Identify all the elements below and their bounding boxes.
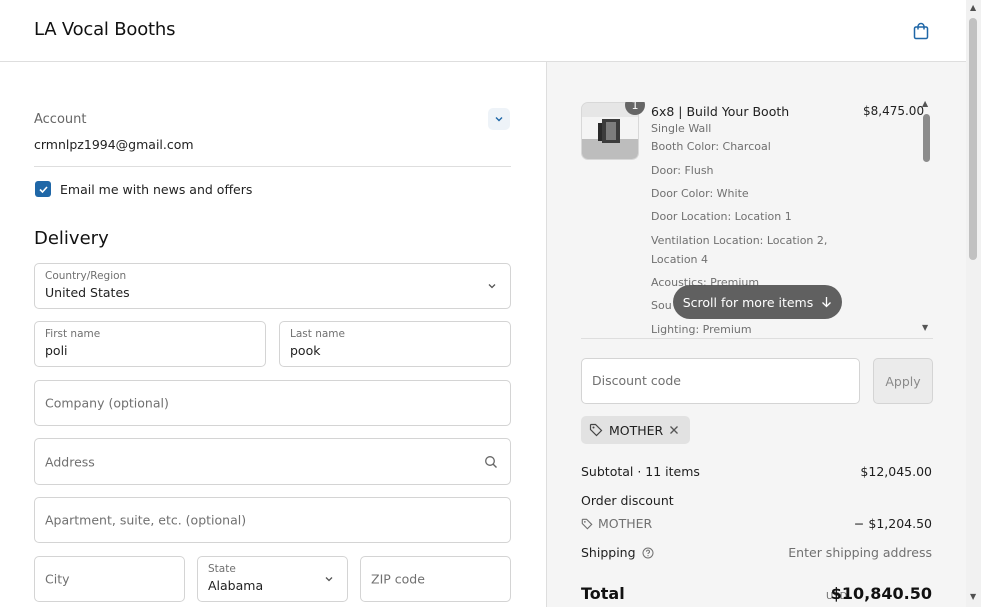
address-field[interactable]: Address — [34, 438, 511, 485]
last-name-field[interactable]: Last name pook — [279, 321, 511, 367]
scroll-up-arrow-icon[interactable]: ▲ — [970, 3, 976, 12]
store-brand[interactable]: LA Vocal Booths — [34, 19, 175, 40]
total-value: $10,840.50 — [830, 584, 932, 603]
company-placeholder: Company (optional) — [45, 395, 169, 411]
product-option: Single Wall — [651, 122, 712, 135]
arrow-down-icon — [822, 297, 832, 308]
header: LA Vocal Booths — [0, 0, 966, 62]
tag-icon — [581, 518, 593, 530]
chevron-down-icon — [325, 577, 333, 582]
product-option: Booth Color: Charcoal — [651, 140, 771, 153]
product-option: Lighting: Premium — [651, 323, 752, 336]
newsletter-label[interactable]: Email me with news and offers — [60, 182, 252, 197]
help-icon[interactable] — [642, 547, 654, 559]
city-field[interactable]: City — [34, 556, 185, 602]
applied-code-label: MOTHER — [609, 422, 664, 438]
apartment-placeholder: Apartment, suite, etc. (optional) — [45, 512, 247, 528]
account-email: crmnlpz1994@gmail.com — [34, 137, 194, 152]
country-select[interactable]: Country/Region United States — [34, 263, 511, 309]
scroll-hint-label: Scroll for more items — [682, 294, 814, 310]
last-name-value: pook — [290, 343, 321, 358]
first-name-value: poli — [45, 343, 68, 358]
newsletter-checkbox[interactable] — [35, 181, 51, 197]
discount-code-input[interactable]: Discount code — [581, 358, 860, 404]
scrollbar-thumb[interactable] — [969, 18, 977, 260]
divider — [34, 166, 511, 167]
close-icon[interactable] — [669, 425, 679, 435]
delivery-heading: Delivery — [34, 228, 109, 249]
applied-discount-chip: MOTHER — [581, 416, 690, 444]
order-discount-label: Order discount — [581, 493, 674, 508]
subtotal-value: $12,045.00 — [860, 464, 932, 479]
discount-code-name: MOTHER — [598, 516, 653, 531]
account-label: Account — [34, 112, 87, 127]
address-placeholder: Address — [45, 454, 95, 469]
tag-icon — [589, 423, 603, 437]
discount-value: − $1,204.50 — [853, 516, 932, 531]
page-scrollbar[interactable]: ▲ ▼ — [966, 0, 981, 607]
checkout-form-panel: Account crmnlpz1994@gmail.com Email me w… — [0, 62, 546, 607]
first-name-field[interactable]: First name poli — [34, 321, 266, 367]
zip-placeholder: ZIP code — [371, 571, 425, 587]
subtotal-label: Subtotal · 11 items — [581, 464, 700, 479]
discount-code-row: MOTHER — [581, 516, 652, 531]
shipping-label: Shipping — [581, 545, 636, 560]
state-value: Alabama — [208, 578, 264, 593]
product-option: Door Color: White — [651, 187, 749, 200]
shipping-row: Shipping — [581, 545, 654, 560]
first-name-label: First name — [45, 328, 101, 340]
scrollbar-thumb[interactable] — [923, 114, 930, 162]
country-value: United States — [45, 285, 130, 300]
chevron-down-icon — [488, 284, 496, 289]
checkmark-icon — [38, 185, 48, 193]
country-label: Country/Region — [45, 270, 127, 282]
state-select[interactable]: State Alabama — [197, 556, 348, 602]
scroll-down-arrow-icon[interactable]: ▼ — [970, 592, 976, 601]
last-name-label: Last name — [290, 328, 345, 340]
cart-button[interactable] — [910, 20, 932, 42]
state-label: State — [208, 563, 236, 575]
shopping-bag-icon — [913, 22, 929, 40]
scroll-more-items-button[interactable]: Scroll for more items — [673, 285, 842, 319]
product-option: Door Location: Location 1 — [651, 210, 792, 223]
scroll-up-arrow-icon[interactable]: ▲ — [922, 99, 928, 108]
company-field[interactable]: Company (optional) — [34, 380, 511, 426]
order-summary-panel: 1 6x8 | Build Your Booth $8,475.00 Singl… — [546, 62, 966, 607]
line-items-scrollbar[interactable]: ▲ ▼ — [921, 99, 933, 336]
scroll-down-arrow-icon[interactable]: ▼ — [922, 323, 928, 332]
apartment-field[interactable]: Apartment, suite, etc. (optional) — [34, 497, 511, 543]
apply-discount-button[interactable]: Apply — [873, 358, 933, 404]
total-label: Total — [581, 584, 625, 603]
divider — [581, 338, 933, 339]
search-icon[interactable] — [484, 455, 498, 469]
account-expand-button[interactable] — [488, 108, 510, 130]
product-price: $8,475.00 — [863, 104, 925, 118]
product-title: 6x8 | Build Your Booth — [651, 104, 790, 119]
chevron-down-icon — [495, 117, 503, 122]
zip-field[interactable]: ZIP code — [360, 556, 511, 602]
product-option: Ventilation Location: Location 2, Locati… — [651, 234, 828, 266]
product-option: Door: Flush — [651, 164, 714, 177]
city-placeholder: City — [45, 571, 70, 587]
shipping-value: Enter shipping address — [788, 545, 932, 560]
discount-placeholder: Discount code — [592, 373, 681, 388]
